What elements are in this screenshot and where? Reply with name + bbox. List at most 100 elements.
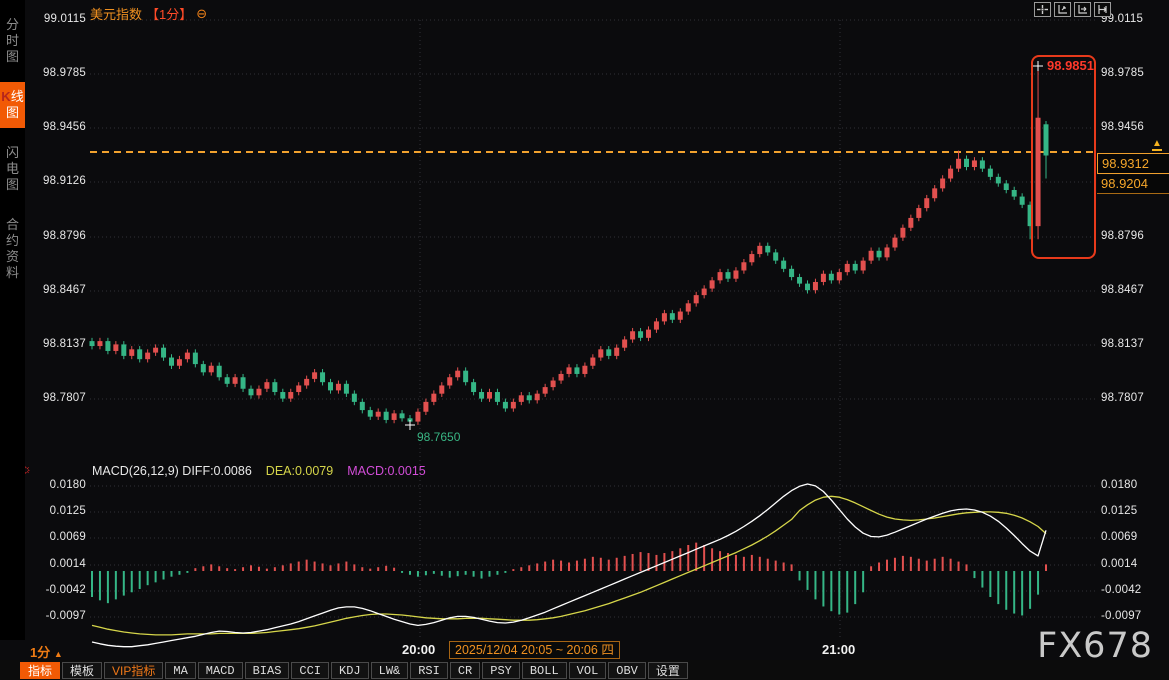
candle[interactable] xyxy=(654,321,659,329)
candle[interactable] xyxy=(129,349,134,356)
candle[interactable] xyxy=(400,413,405,418)
candle[interactable] xyxy=(272,382,277,392)
candle[interactable] xyxy=(861,261,866,271)
candle[interactable] xyxy=(296,385,301,392)
candle[interactable] xyxy=(900,228,905,238)
candle[interactable] xyxy=(384,412,389,420)
candle[interactable] xyxy=(495,392,500,402)
candle[interactable] xyxy=(805,284,810,291)
candle[interactable] xyxy=(702,289,707,296)
toolbar-button-设置[interactable]: 设置 xyxy=(648,662,688,679)
sidebar-tab-闪电图[interactable]: 闪电图 xyxy=(0,138,25,200)
toolbar-button-LW&[interactable]: LW& xyxy=(371,662,409,679)
toolbar-button-BOLL[interactable]: BOLL xyxy=(522,662,567,679)
candle[interactable] xyxy=(662,313,667,321)
toolbar-button-指标[interactable]: 指标 xyxy=(20,662,60,679)
candle[interactable] xyxy=(431,394,436,402)
toolbar-button-MACD[interactable]: MACD xyxy=(198,662,243,679)
candle[interactable] xyxy=(233,377,238,384)
scale-axis-right-icon[interactable] xyxy=(1074,2,1091,17)
candle[interactable] xyxy=(217,366,222,377)
candle[interactable] xyxy=(678,312,683,320)
candle[interactable] xyxy=(829,274,834,281)
candle[interactable] xyxy=(924,198,929,208)
candle[interactable] xyxy=(869,251,874,261)
candle[interactable] xyxy=(853,264,858,271)
candle[interactable] xyxy=(726,272,731,279)
candle[interactable] xyxy=(487,392,492,399)
candle[interactable] xyxy=(535,394,540,401)
candle[interactable] xyxy=(153,348,158,353)
candle[interactable] xyxy=(694,295,699,303)
toolbar-button-OBV[interactable]: OBV xyxy=(608,662,646,679)
candle[interactable] xyxy=(511,402,516,409)
candle[interactable] xyxy=(288,392,293,399)
candle[interactable] xyxy=(1020,197,1025,205)
candle[interactable] xyxy=(956,159,961,169)
candle[interactable] xyxy=(169,358,174,366)
candle[interactable] xyxy=(877,251,882,258)
candle[interactable] xyxy=(590,358,595,366)
candle[interactable] xyxy=(1044,124,1049,155)
candle[interactable] xyxy=(193,353,198,364)
go-latest-icon[interactable] xyxy=(1094,2,1111,17)
candle[interactable] xyxy=(320,372,325,382)
candle[interactable] xyxy=(304,379,309,386)
toolbar-button-BIAS[interactable]: BIAS xyxy=(245,662,290,679)
candle[interactable] xyxy=(670,313,675,320)
date-range-readout[interactable]: 2025/12/04 20:05 ~ 20:06 四 xyxy=(449,641,620,659)
candle[interactable] xyxy=(256,389,261,396)
candle[interactable] xyxy=(328,382,333,390)
candle[interactable] xyxy=(940,179,945,189)
candle[interactable] xyxy=(646,330,651,338)
candle[interactable] xyxy=(519,395,524,402)
sidebar-tab-K线图[interactable]: K线图 xyxy=(0,82,25,128)
toolbar-button-VOL[interactable]: VOL xyxy=(569,662,607,679)
candle[interactable] xyxy=(797,277,802,284)
sidebar-tab-分时图[interactable]: 分时图 xyxy=(0,10,25,72)
candle[interactable] xyxy=(209,366,214,373)
candle[interactable] xyxy=(368,410,373,417)
candle[interactable] xyxy=(90,341,95,346)
candle[interactable] xyxy=(789,269,794,277)
candle[interactable] xyxy=(1036,118,1041,226)
candle[interactable] xyxy=(439,385,444,393)
candle[interactable] xyxy=(463,371,468,382)
candle[interactable] xyxy=(741,262,746,270)
candle[interactable] xyxy=(527,395,532,400)
toolbar-button-模板[interactable]: 模板 xyxy=(62,662,102,679)
candle[interactable] xyxy=(948,169,953,179)
candle[interactable] xyxy=(344,384,349,394)
candle[interactable] xyxy=(686,303,691,311)
candle[interactable] xyxy=(145,353,150,360)
candle[interactable] xyxy=(749,254,754,262)
candle[interactable] xyxy=(757,246,762,254)
toolbar-button-MA[interactable]: MA xyxy=(165,662,195,679)
candle[interactable] xyxy=(606,349,611,356)
candle[interactable] xyxy=(845,264,850,272)
candle[interactable] xyxy=(423,402,428,412)
candle[interactable] xyxy=(718,272,723,280)
candle[interactable] xyxy=(241,377,246,388)
candle[interactable] xyxy=(1012,190,1017,197)
candle[interactable] xyxy=(710,280,715,288)
candle[interactable] xyxy=(177,359,182,366)
candle[interactable] xyxy=(455,371,460,378)
candle[interactable] xyxy=(813,282,818,290)
candle[interactable] xyxy=(264,382,269,389)
candle[interactable] xyxy=(415,412,420,422)
candle[interactable] xyxy=(932,188,937,198)
candle[interactable] xyxy=(972,160,977,167)
candle[interactable] xyxy=(996,177,1001,184)
toolbar-button-VIP指标[interactable]: VIP指标 xyxy=(104,662,163,679)
candle[interactable] xyxy=(479,392,484,399)
sidebar-tab-合约资料[interactable]: 合约资料 xyxy=(0,210,25,288)
candle[interactable] xyxy=(376,412,381,417)
candle[interactable] xyxy=(551,381,556,388)
candle[interactable] xyxy=(137,349,142,359)
candle[interactable] xyxy=(471,382,476,392)
zoom-out-icon[interactable]: ⊖ xyxy=(196,6,207,22)
candle[interactable] xyxy=(121,344,126,355)
candle[interactable] xyxy=(447,377,452,385)
candle[interactable] xyxy=(821,274,826,282)
